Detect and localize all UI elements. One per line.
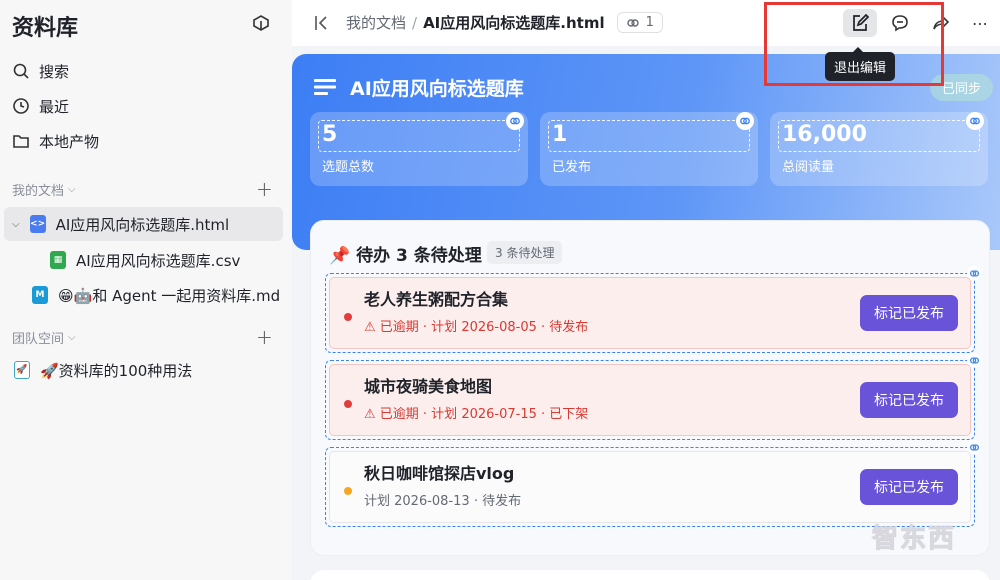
stat-label: 选题总数 <box>322 160 375 175</box>
stat-frame <box>548 120 750 152</box>
link-count: 1 <box>645 15 654 30</box>
folder-icon <box>13 135 29 148</box>
card-meta: 计划 2026-08-13 · 待发布 <box>364 494 522 509</box>
tree-item-html[interactable]: ⌵ <> AI应用风向标选题库.html <box>4 207 283 241</box>
exit-edit-tooltip: 退出编辑 <box>825 47 896 81</box>
breadcrumb: 我的文档 / AI应用风向标选题库.html 1 <box>312 12 663 33</box>
html-file-icon: <> <box>29 215 46 233</box>
search-icon <box>13 63 29 79</box>
todo-title: 📌 待办 3 条待处理 <box>329 246 482 266</box>
sidebar-item-search[interactable]: 搜索 <box>12 57 69 85</box>
status-dot <box>344 400 352 408</box>
mark-published-button[interactable]: 标记已发布 <box>860 382 958 418</box>
todo-panel: 📌 待办 3 条待处理 3 条待处理 老人养生粥配方合集 ⚠ 已逾期 · 计划 … <box>310 220 990 556</box>
stat-card-total: 5 选题总数 <box>310 112 528 186</box>
collapse-sidebar-icon[interactable] <box>250 12 272 34</box>
tree-item-label: AI应用风向标选题库.html <box>55 215 230 234</box>
link-icon <box>626 18 639 27</box>
next-section-edge <box>310 570 990 580</box>
sidebar-item-recent[interactable]: 最近 <box>12 92 69 120</box>
mark-published-button[interactable]: 标记已发布 <box>860 295 958 331</box>
sidebar-item-local[interactable]: 本地产物 <box>12 127 99 155</box>
more-button[interactable]: ⋯ <box>963 9 997 37</box>
team-section-header[interactable]: 团队空间 ⌵ <box>12 328 76 347</box>
card-title: 秋日咖啡馆探店vlog <box>364 464 515 483</box>
stat-frame <box>318 120 520 152</box>
sidebar: 资料库 搜索 最近 本地产物 我的文档 ⌵ + ⌵ <> AI应用风向标选题库.… <box>0 0 292 580</box>
my-docs-section-header[interactable]: 我的文档 ⌵ <box>12 180 76 199</box>
markdown-file-icon: M <box>32 286 48 304</box>
card-meta: ⚠ 已逾期 · 计划 2026-07-15 · 已下架 <box>364 407 589 422</box>
breadcrumb-parent[interactable]: 我的文档 <box>346 12 406 33</box>
document-content: AI应用风向标选题库 已同步 5 选题总数 1 已发布 16,000 总阅读量 … <box>292 46 1000 580</box>
todo-count-badge: 3 条待处理 <box>487 241 563 264</box>
stat-card-published: 1 已发布 <box>540 112 758 186</box>
add-doc-button[interactable]: + <box>256 179 273 199</box>
todo-card[interactable]: 老人养生粥配方合集 ⚠ 已逾期 · 计划 2026-08-05 · 待发布 标记… <box>325 266 981 353</box>
link-icon[interactable] <box>736 112 754 130</box>
breadcrumb-current: AI应用风向标选题库.html <box>423 14 605 32</box>
sidebar-title: 资料库 <box>12 16 79 41</box>
link-icon[interactable] <box>506 112 524 130</box>
card-title: 城市夜骑美食地图 <box>364 377 493 396</box>
tree-item-md[interactable]: M 😁🤖和 Agent 一起用资料库.md <box>32 278 280 312</box>
stat-value: 5 <box>322 122 338 147</box>
stat-label: 总阅读量 <box>782 160 835 175</box>
section-label: 团队空间 <box>12 332 65 347</box>
stat-value: 16,000 <box>782 122 867 147</box>
todo-card[interactable]: 城市夜骑美食地图 ⚠ 已逾期 · 计划 2026-07-15 · 已下架 标记已… <box>325 353 981 440</box>
section-label: 我的文档 <box>12 184 65 199</box>
chevron-down-icon[interactable]: ⌵ <box>12 219 20 230</box>
status-dot <box>344 313 352 321</box>
status-dot <box>344 487 352 495</box>
card-meta: ⚠ 已逾期 · 计划 2026-08-05 · 待发布 <box>364 320 589 335</box>
stat-value: 1 <box>552 122 568 147</box>
link-icon[interactable] <box>966 112 984 130</box>
tree-item-label: 😁🤖和 Agent 一起用资料库.md <box>58 286 281 305</box>
mark-published-button[interactable]: 标记已发布 <box>860 469 958 505</box>
tree-item-label: AI应用风向标选题库.csv <box>76 251 241 270</box>
watermark-logo: 智东西 <box>871 524 957 555</box>
tree-item-label: 🚀资料库的100种用法 <box>40 361 193 380</box>
breadcrumb-separator: / <box>412 13 418 32</box>
sidebar-item-label: 搜索 <box>39 62 70 81</box>
link-icon[interactable] <box>967 440 981 454</box>
link-icon[interactable] <box>967 266 981 280</box>
stat-card-reads: 16,000 总阅读量 <box>770 112 988 186</box>
link-count-badge[interactable]: 1 <box>616 12 663 33</box>
hero-title: AI应用风向标选题库 <box>350 78 524 100</box>
add-team-button[interactable]: + <box>256 327 273 347</box>
link-icon[interactable] <box>967 353 981 367</box>
tree-item-csv[interactable]: ▦ AI应用风向标选题库.csv <box>50 243 240 277</box>
sidebar-item-label: 本地产物 <box>39 132 100 151</box>
chevron-down-icon: ⌵ <box>68 184 76 195</box>
more-icon: ⋯ <box>972 13 988 33</box>
card-title: 老人养生粥配方合集 <box>364 290 509 309</box>
menu-icon <box>314 79 336 95</box>
rocket-icon: 🚀 <box>14 361 30 379</box>
csv-file-icon: ▦ <box>50 251 66 269</box>
sidebar-item-label: 最近 <box>39 97 70 116</box>
stat-label: 已发布 <box>552 160 592 175</box>
clock-icon <box>13 98 29 114</box>
collapse-panel-icon[interactable] <box>312 13 332 33</box>
tree-item-team-doc[interactable]: 🚀 🚀资料库的100种用法 <box>14 353 192 387</box>
chevron-down-icon: ⌵ <box>68 332 76 343</box>
todo-card[interactable]: 秋日咖啡馆探店vlog 计划 2026-08-13 · 待发布 标记已发布 <box>325 440 981 527</box>
